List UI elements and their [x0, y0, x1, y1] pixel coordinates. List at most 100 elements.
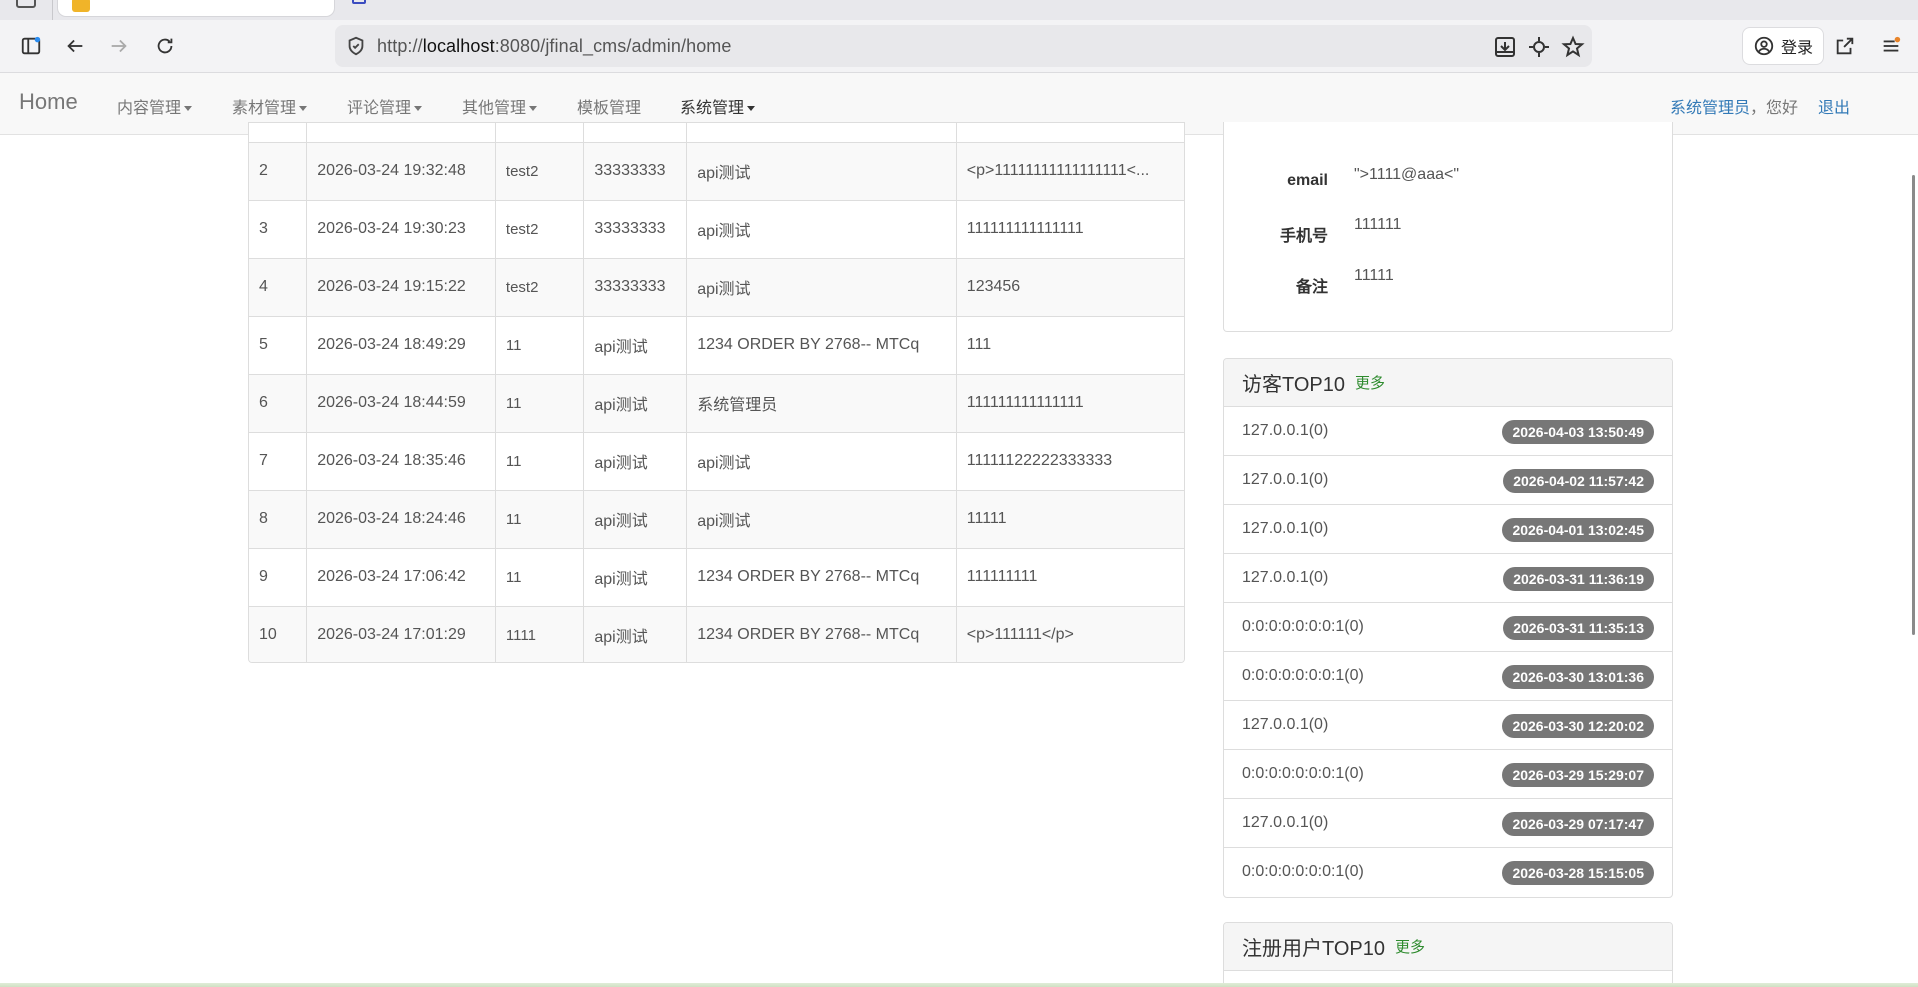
- remark-label: 备注: [1295, 279, 1328, 296]
- list-item: 127.0.0.1(0) 2026-04-02 11:57:42: [1224, 456, 1672, 505]
- tab-favicon-icon: [352, 0, 366, 4]
- cell-target: api测试: [583, 490, 688, 549]
- reload-icon[interactable]: [150, 31, 180, 61]
- visitor-ip: 127.0.0.1(0): [1242, 716, 1329, 733]
- nav-label: 素材管理: [232, 100, 297, 117]
- visit-time-badge: 2026-03-30 12:20:02: [1502, 714, 1654, 738]
- visitor-ip: 0:0:0:0:0:0:0:1(0): [1242, 618, 1364, 635]
- cell-title: 1234 ORDER BY 2768-- MTCq: [686, 316, 957, 375]
- cell-user: 11: [495, 374, 585, 433]
- list-item: 127.0.0.1(0) 2026-03-29 07:17:47: [1224, 799, 1672, 848]
- logout-link[interactable]: 退出: [1818, 94, 1850, 118]
- nav-other-menu[interactable]: 其他管理: [462, 94, 538, 118]
- scrollbar-thumb[interactable]: [1912, 175, 1915, 635]
- cell-content: <p>11111111111111111<...: [956, 142, 1184, 201]
- visit-time-badge: 2026-03-31 11:36:19: [1503, 567, 1654, 591]
- sidebar-toggle-icon[interactable]: [16, 0, 36, 8]
- login-button[interactable]: 登录: [1742, 27, 1824, 65]
- page-scrollbar[interactable]: [1910, 135, 1918, 987]
- cell-content: 11111122222333333: [956, 432, 1184, 491]
- cell-user: 11: [495, 548, 585, 607]
- table-row: 4 2026-03-24 19:15:22 test2 33333333 api测试 12…: [249, 258, 1184, 317]
- visitor-ip: 0:0:0:0:0:0:0:1(0): [1242, 667, 1364, 684]
- tab-favicon-icon: [72, 0, 90, 12]
- visit-time-badge: 2026-04-01 13:02:45: [1502, 518, 1654, 542]
- cell-no: 2: [249, 142, 308, 201]
- cell-no: 5: [249, 316, 308, 375]
- tab-separator: [52, 0, 53, 20]
- cell-user: 11: [495, 316, 585, 375]
- caret-down-icon: [529, 106, 538, 112]
- table-row: 7 2026-03-24 18:35:46 11 api测试 api测试 11111122…: [249, 432, 1184, 491]
- address-bar[interactable]: http://localhost:8080/jfinal_cms/admin/h…: [335, 25, 1592, 67]
- bug-icon[interactable]: [1527, 35, 1551, 59]
- nav-comment-menu[interactable]: 评论管理: [347, 94, 423, 118]
- browser-tab-active[interactable]: [58, 0, 334, 16]
- nav-label: 系统管理: [680, 100, 745, 117]
- visit-time-badge: 2026-03-29 07:17:47: [1502, 812, 1654, 836]
- nav-system-menu[interactable]: 系统管理: [680, 94, 756, 118]
- cell-user: 1111: [495, 606, 585, 662]
- comments-table-panel: 2 2026-03-24 19:32:48 test2 33333333 api测试 <p…: [248, 122, 1185, 663]
- table-row: 2 2026-03-24 19:32:48 test2 33333333 api测试 <p…: [249, 142, 1184, 201]
- email-value: ">1111@aaa<": [1354, 166, 1460, 183]
- list-item: 127.0.0.1(0) 2026-04-01 13:02:45: [1224, 505, 1672, 554]
- visitor-ip: 127.0.0.1(0): [1242, 422, 1329, 439]
- cell-time: 2026-03-24 17:06:42: [306, 548, 496, 607]
- browser-tab-strip: [0, 0, 1918, 20]
- table-row: 10 2026-03-24 17:01:29 1111 api测试 1234 ORDER…: [249, 606, 1184, 662]
- visitors-top10-panel: 访客TOP10 更多 127.0.0.1(0) 2026-04-03 13:50:…: [1223, 358, 1673, 898]
- back-icon[interactable]: [60, 31, 90, 61]
- visitors-more-link[interactable]: 更多: [1355, 372, 1385, 393]
- list-item: 0:0:0:0:0:0:0:1(0) 2026-03-30 13:01:36: [1224, 652, 1672, 701]
- cell-title: 1234 ORDER BY 2768-- MTCq: [686, 548, 957, 607]
- cell-target: 33333333: [583, 142, 688, 201]
- phone-label: 手机号: [1279, 228, 1328, 245]
- cell-no: 7: [249, 432, 308, 491]
- download-icon[interactable]: [1493, 35, 1517, 59]
- profile-panel: email ">1111@aaa<" 手机号 111111 备注 11111: [1223, 122, 1673, 332]
- menu-icon[interactable]: [1876, 31, 1906, 61]
- cell-time: 2026-03-24 18:44:59: [306, 374, 496, 433]
- table-row: 8 2026-03-24 18:24:46 11 api测试 api测试 11111: [249, 490, 1184, 549]
- browser-tab-inactive[interactable]: [350, 0, 670, 14]
- brand-home-link[interactable]: Home: [19, 89, 78, 115]
- nav-content-menu[interactable]: 内容管理: [117, 94, 193, 118]
- cell-content: 111111111111111: [956, 374, 1184, 433]
- cell-time: 2026-03-24 17:01:29: [306, 606, 496, 662]
- nav-user-greeting[interactable]: 系统管理员，您好: [1670, 94, 1798, 118]
- cell-no: 6: [249, 374, 308, 433]
- cell-title: 1234 ORDER BY 2768-- MTCq: [686, 606, 957, 662]
- cell-time: 2026-03-24 19:32:48: [306, 142, 496, 201]
- window-bottom-edge: [0, 983, 1918, 987]
- table-row: 5 2026-03-24 18:49:29 11 api测试 1234 ORDER BY…: [249, 316, 1184, 375]
- visit-time-badge: 2026-03-28 15:15:05: [1502, 861, 1654, 885]
- caret-down-icon: [184, 106, 193, 112]
- forward-icon[interactable]: [104, 31, 134, 61]
- cell-content: 123456: [956, 258, 1184, 317]
- nav-label: 内容管理: [117, 100, 182, 117]
- cell-target: api测试: [583, 606, 688, 662]
- cell-no: 4: [249, 258, 308, 317]
- cell-time: 2026-03-24 19:30:23: [306, 200, 496, 259]
- share-icon[interactable]: [1830, 31, 1860, 61]
- cell-title: api测试: [686, 200, 957, 259]
- account-icon: [1754, 36, 1774, 56]
- users-more-link[interactable]: 更多: [1395, 936, 1425, 957]
- list-item: 127.0.0.1(0) 2026-04-03 13:50:49: [1224, 407, 1672, 456]
- caret-down-icon: [747, 106, 756, 112]
- caret-down-icon: [299, 106, 308, 112]
- cell-user: 11: [495, 490, 585, 549]
- star-icon[interactable]: [1561, 35, 1585, 59]
- sidebar-icon[interactable]: [16, 31, 46, 61]
- nav-label: 评论管理: [347, 100, 412, 117]
- table-row: 6 2026-03-24 18:44:59 11 api测试 系统管理员 11111111…: [249, 374, 1184, 433]
- cell-title: api测试: [686, 142, 957, 201]
- table-row: 9 2026-03-24 17:06:42 11 api测试 1234 ORDER BY…: [249, 548, 1184, 607]
- user-name[interactable]: 系统管理员: [1670, 100, 1750, 117]
- nav-label: 模板管理: [577, 100, 642, 117]
- nav-material-menu[interactable]: 素材管理: [232, 94, 308, 118]
- nav-template-link[interactable]: 模板管理: [577, 94, 641, 118]
- table-row-partial: [249, 123, 1184, 143]
- phone-value: 111111: [1354, 216, 1402, 233]
